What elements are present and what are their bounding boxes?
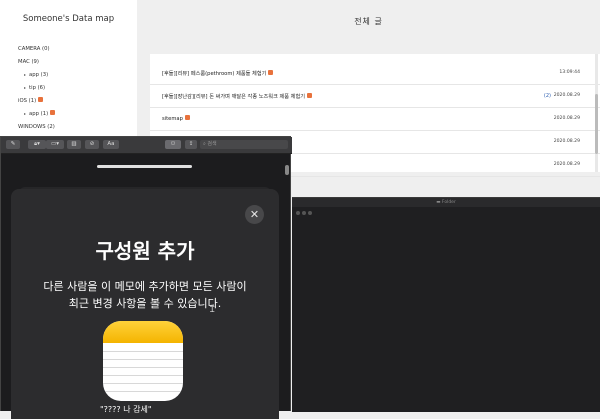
font-format-button[interactable]: Aa — [103, 140, 119, 149]
sheet-handle — [97, 165, 192, 168]
close-dot-icon[interactable] — [296, 211, 300, 215]
triangle-icon: ▸ — [24, 111, 27, 116]
post-row[interactable]: sitemap 2020.08.29 — [150, 108, 600, 131]
window-title: ▬ Folder — [436, 200, 456, 205]
minimize-dot-icon[interactable] — [302, 211, 306, 215]
category-label: MAC (9) — [18, 59, 39, 65]
sheet-bottom-text: "???? 나 감세" — [100, 405, 152, 414]
post-date: 2020.08.29 — [553, 93, 580, 98]
lock-icon[interactable]: 🔒︎▾ — [28, 140, 46, 149]
post-title[interactable]: sitemap — [162, 115, 190, 122]
post-title[interactable]: [후들][장난감][리뷰] 돈 써가며 깨달은 각종 노즈워크 제품 체험기 — [162, 93, 312, 100]
category-label: tip (6) — [29, 85, 46, 91]
triangle-icon: ▸ — [24, 85, 27, 90]
post-date: 2020.08.29 — [553, 139, 580, 144]
page-title: 전체 글 — [354, 17, 383, 26]
folder-icon: ▬ — [436, 200, 441, 205]
category-windows[interactable]: WINDOWS (2) — [18, 124, 55, 130]
post-date: 13:09:44 — [559, 70, 580, 75]
zoom-dot-icon[interactable] — [308, 211, 312, 215]
new-badge-icon — [307, 93, 312, 98]
gallery-icon[interactable]: ▭▾ — [46, 140, 64, 149]
new-badge-icon — [268, 70, 274, 75]
category-label: iOS (1) — [18, 98, 37, 104]
checklist-icon[interactable]: ⊘ — [85, 140, 99, 149]
notes-window: ✎ 🔒︎▾ ▭▾ ▥ ⊘ Aa ⚇ ⇪ ⌕ 검색 ✕ 구성원 추가 다른 사람을… — [0, 136, 292, 419]
category-mac-app[interactable]: ▸ app (3) — [24, 72, 48, 78]
new-badge-icon — [38, 97, 44, 102]
search-icon: ⌕ — [203, 141, 206, 147]
category-mac-tip[interactable]: ▸ tip (6) — [24, 85, 45, 91]
add-collaborators-sheet: ✕ 구성원 추가 다른 사람을 이 메모에 추가하면 모든 사람이 최근 변경 … — [11, 189, 279, 419]
collaborate-icon[interactable]: ⚇ — [165, 140, 181, 149]
sheet-description: 다른 사람을 이 메모에 추가하면 모든 사람이 최근 변경 사항을 볼 수 있… — [43, 280, 247, 310]
post-row[interactable]: [후들][리뷰] 페스룸(pethroom) 제품들 체험기 13:09:44 — [150, 62, 600, 85]
category-ios-app[interactable]: ▸ app (1) — [24, 110, 56, 117]
category-label: WINDOWS (2) — [18, 124, 55, 130]
table-icon[interactable]: ▥ — [67, 140, 81, 149]
triangle-icon: ▸ — [24, 72, 27, 77]
category-label: app (3) — [29, 72, 49, 78]
folder-window: ▬ Folder — [292, 197, 600, 412]
window-scrollbar[interactable] — [285, 165, 289, 175]
search-input[interactable]: ⌕ 검색 — [200, 140, 288, 149]
panel-scrollbar[interactable] — [595, 54, 598, 172]
category-mac[interactable]: MAC (9) — [18, 59, 39, 65]
window-titlebar[interactable]: ▬ Folder — [292, 198, 600, 215]
share-icon[interactable]: ⇪ — [185, 140, 197, 149]
sheet-title: 구성원 추가 — [95, 239, 195, 263]
search-placeholder: 검색 — [207, 141, 217, 147]
post-date: 2020.08.29 — [553, 116, 580, 121]
category-camera[interactable]: CAMERA (0) — [18, 46, 50, 52]
notes-toolbar: ✎ 🔒︎▾ ▭▾ ▥ ⊘ Aa ⚇ ⇪ ⌕ 검색 — [1, 137, 292, 154]
compose-icon[interactable]: ✎ — [6, 140, 20, 149]
text-cursor-icon: Ɪ — [210, 305, 215, 314]
blog-title[interactable]: Someone's Data map — [0, 14, 137, 24]
scrollbar-thumb[interactable] — [595, 94, 598, 154]
notes-app-icon — [103, 321, 183, 401]
post-title[interactable]: [후들][리뷰] 페스룸(pethroom) 제품들 체험기 — [162, 70, 274, 77]
category-label: CAMERA (0) — [18, 46, 50, 52]
post-row[interactable]: [후들][장난감][리뷰] 돈 써가며 깨달은 각종 노즈워크 제품 체험기 (… — [150, 85, 600, 108]
category-ios[interactable]: iOS (1) — [18, 97, 44, 104]
category-label: app (1) — [29, 111, 49, 117]
post-date: 2020.08.29 — [553, 162, 580, 167]
close-icon[interactable]: ✕ — [245, 205, 264, 224]
new-badge-icon — [184, 115, 190, 120]
new-badge-icon — [50, 110, 56, 115]
comment-count[interactable]: (2) — [544, 93, 551, 99]
